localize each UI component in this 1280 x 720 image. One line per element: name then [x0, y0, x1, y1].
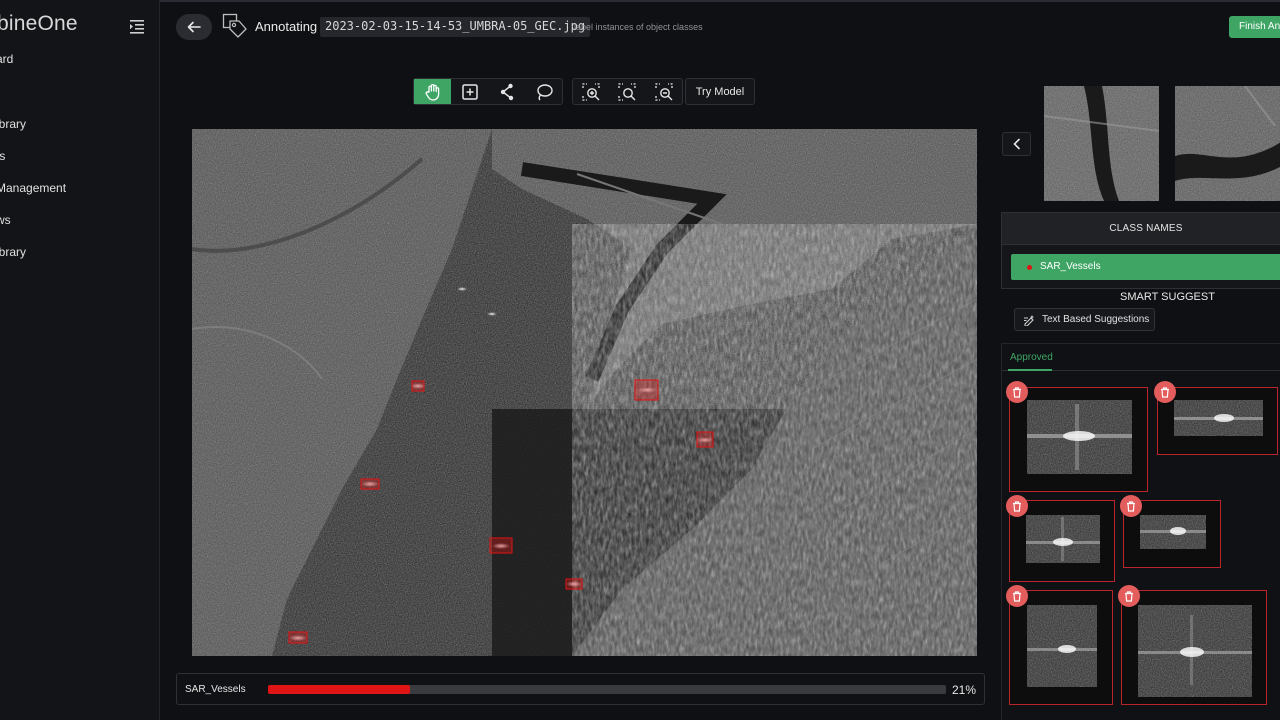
class-item-sar-vessels[interactable]: SAR_Vessels — [1011, 254, 1280, 280]
collapse-sidebar-icon[interactable] — [128, 18, 146, 34]
trash-icon — [1013, 386, 1021, 398]
zoom-fit-icon — [618, 82, 637, 101]
trash-icon — [1125, 590, 1133, 602]
tag-icon — [222, 13, 248, 41]
sidebar-item-model-library[interactable]: ibrary — [0, 245, 26, 259]
trash-icon — [1161, 386, 1169, 398]
class-names-title: CLASS NAMES — [1002, 213, 1280, 245]
polygon-nodes-icon — [500, 83, 513, 100]
hand-icon — [425, 83, 439, 101]
delete-annotation-button[interactable] — [1006, 585, 1028, 607]
sidebar-item-workflows[interactable]: ws — [0, 213, 11, 227]
sidebar-item-management[interactable]: Management — [0, 181, 66, 195]
annotation-canvas[interactable] — [192, 129, 977, 656]
text-based-suggestions-button[interactable]: Text Based Suggestions — [1014, 308, 1155, 331]
annotation-box[interactable] — [411, 380, 425, 392]
class-color-dot — [1027, 265, 1032, 270]
annotation-crop-card[interactable] — [1009, 590, 1113, 705]
delete-annotation-button[interactable] — [1120, 495, 1142, 517]
delete-annotation-button[interactable] — [1006, 381, 1028, 403]
magic-edit-icon — [1024, 314, 1034, 326]
image-thumbnail[interactable] — [1044, 86, 1159, 201]
zoom-tools — [572, 78, 683, 105]
annotation-box[interactable] — [288, 631, 308, 644]
chevron-left-icon — [1012, 138, 1020, 150]
try-model-button[interactable]: Try Model — [685, 78, 755, 105]
tab-approved[interactable]: Approved — [1010, 352, 1053, 363]
sar-image — [192, 129, 977, 656]
text-suggestions-label: Text Based Suggestions — [1042, 314, 1150, 325]
finish-annotation-button[interactable]: Finish An — [1229, 16, 1280, 38]
zoom-in-tool[interactable] — [573, 79, 609, 104]
progress-fill — [268, 685, 411, 694]
class-progress: SAR_Vessels 21% — [176, 673, 985, 705]
filename-badge: 2023-02-03-15-14-53_UMBRA-05_GEC.jpg — [320, 17, 591, 37]
annotation-box[interactable] — [634, 379, 659, 401]
delete-annotation-button[interactable] — [1154, 381, 1176, 403]
annotation-box[interactable] — [565, 578, 583, 590]
sidebar-item-library[interactable]: ibrary — [0, 117, 26, 131]
top-border — [0, 0, 1280, 2]
smart-suggest-title: SMART SUGGEST — [1120, 291, 1215, 303]
annotation-crop-card[interactable] — [1009, 387, 1148, 492]
trash-icon — [1127, 500, 1135, 512]
add-box-icon — [461, 83, 478, 100]
lasso-icon — [536, 83, 553, 100]
annotation-crop-card[interactable] — [1157, 387, 1278, 455]
zoom-in-icon — [582, 82, 600, 101]
annotation-box[interactable] — [489, 537, 513, 554]
brand-logo: bineOne — [0, 12, 78, 35]
zoom-fit-tool[interactable] — [609, 79, 645, 104]
tab-active-indicator — [1008, 369, 1052, 371]
sidebar-item-dashboard[interactable]: ard — [0, 52, 13, 66]
annotating-label: Annotating — [255, 19, 318, 34]
image-thumbnail[interactable] — [1175, 86, 1280, 201]
progress-class-label: SAR_Vessels — [185, 684, 246, 695]
progress-percent: 21% — [952, 683, 977, 697]
zoom-out-tool[interactable] — [646, 79, 682, 104]
pan-hand-tool[interactable] — [414, 79, 451, 104]
class-item-label: SAR_Vessels — [1040, 261, 1101, 272]
progress-track — [268, 685, 946, 694]
annotation-box[interactable] — [360, 478, 380, 490]
annotation-tools — [413, 78, 563, 105]
delete-annotation-button[interactable] — [1006, 495, 1028, 517]
bounding-box-tool[interactable] — [451, 79, 488, 104]
task-subtitle: label instances of object classes — [574, 22, 703, 32]
back-button[interactable] — [176, 14, 212, 40]
polygon-tool[interactable] — [488, 79, 525, 104]
zoom-out-icon — [655, 82, 673, 101]
trash-icon — [1013, 500, 1021, 512]
trash-icon — [1013, 590, 1021, 602]
annotation-crop-card[interactable] — [1121, 590, 1267, 705]
sidebar-item-projects[interactable]: ts — [0, 149, 5, 163]
lasso-tool[interactable] — [525, 79, 562, 104]
thumbnails-prev-button[interactable] — [1002, 132, 1031, 156]
sidebar: bineOne ard ibrary ts Management ws ibra… — [0, 0, 160, 720]
class-names-panel: CLASS NAMES SAR_Vessels — [1001, 212, 1280, 289]
arrow-left-icon — [187, 21, 201, 33]
delete-annotation-button[interactable] — [1118, 585, 1140, 607]
annotation-box[interactable] — [696, 431, 714, 448]
